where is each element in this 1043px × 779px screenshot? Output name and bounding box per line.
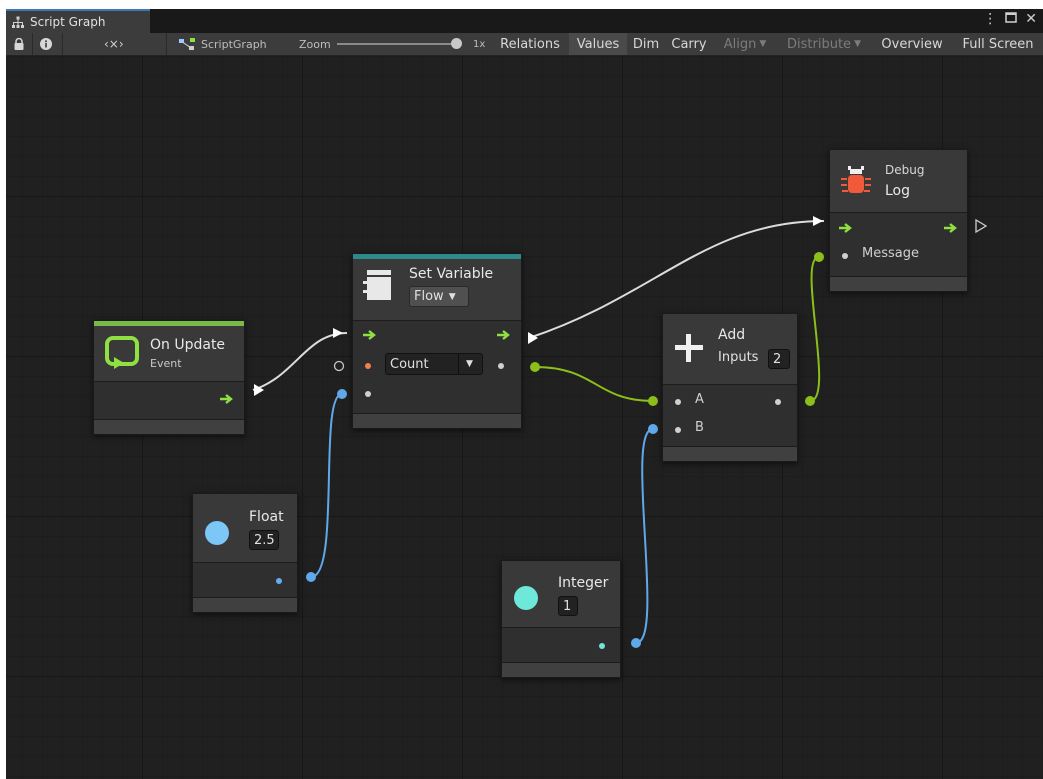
node-on-update[interactable]: On Update Event	[93, 320, 245, 435]
unconnected-input-port	[333, 360, 345, 372]
inputs-count-field[interactable]: 2	[768, 349, 790, 369]
flow-wire-update-to-set	[252, 332, 348, 391]
script-graph-window: Script Graph ⋮ ✕ ‹×› ScriptGraph Zoom 1x…	[6, 9, 1043, 779]
node-title: Integer	[558, 575, 609, 591]
values-button[interactable]: Values	[569, 33, 627, 55]
integer-output-port[interactable]	[599, 643, 605, 649]
zoom-value: 1x	[473, 38, 486, 50]
object-wire-set-to-add	[534, 366, 654, 402]
carry-button[interactable]: Carry	[665, 33, 713, 55]
port-a-label: A	[695, 392, 704, 407]
breadcrumb[interactable]: ScriptGraph	[179, 33, 267, 55]
variable-name-dropdown[interactable]: Count ▼	[385, 353, 483, 375]
loop-event-icon	[105, 336, 139, 369]
zoom-slider-track	[337, 43, 457, 45]
tab-strip: Script Graph ⋮ ✕	[6, 9, 1043, 33]
kind-dropdown[interactable]: Flow ▼	[409, 286, 469, 307]
node-category: Debug	[885, 163, 925, 177]
plus-icon	[675, 334, 703, 362]
output-port-dot[interactable]	[498, 363, 504, 369]
distribute-label: Distribute	[787, 36, 852, 52]
graph-icon	[179, 38, 195, 50]
maximize-icon[interactable]	[1005, 11, 1018, 27]
node-title: Float	[249, 509, 284, 525]
node-set-variable[interactable]: Set Variable Flow ▼ Count ▼	[352, 253, 522, 429]
add-output-port[interactable]	[775, 399, 781, 405]
node-title: Add	[718, 327, 746, 343]
dropdown-arrow-icon: ▼	[466, 359, 473, 369]
object-wire-add-to-log	[809, 256, 821, 402]
tab-script-graph[interactable]: Script Graph	[6, 9, 150, 33]
port-b-label: B	[695, 420, 704, 435]
inputs-label: Inputs	[718, 350, 759, 365]
fullscreen-button[interactable]: Full Screen	[953, 33, 1043, 55]
flow-out-arrow-icon[interactable]	[497, 330, 511, 340]
flow-in-arrow-icon[interactable]	[839, 223, 853, 233]
zoom-label: Zoom	[299, 37, 331, 51]
flow-arrow-icon[interactable]	[220, 394, 234, 404]
float-output-port[interactable]	[276, 578, 282, 584]
kind-label: Flow	[414, 289, 444, 304]
dim-button[interactable]: Dim	[628, 33, 664, 55]
variable-stripe	[353, 254, 521, 259]
tab-title: Script Graph	[30, 15, 106, 29]
node-subtitle: Event	[150, 357, 182, 370]
bug-icon	[841, 166, 871, 193]
window-controls: ⋮ ✕	[983, 11, 1037, 27]
relations-button[interactable]: Relations	[492, 33, 568, 55]
breadcrumb-label: ScriptGraph	[201, 37, 267, 51]
port-b-dot[interactable]	[675, 427, 681, 433]
zoom-slider-handle[interactable]	[451, 38, 462, 49]
integer-wire	[635, 428, 654, 644]
info-icon[interactable]	[40, 33, 52, 55]
event-stripe	[94, 321, 244, 326]
window-menu-icon[interactable]: ⋮	[983, 11, 997, 27]
float-icon	[205, 521, 229, 545]
align-dropdown[interactable]: Align ▼	[714, 33, 776, 55]
message-port-dot[interactable]	[842, 253, 848, 259]
dropdown-arrow-icon: ▼	[448, 291, 456, 302]
dropdown-arrow-icon: ▼	[854, 39, 861, 49]
overview-button[interactable]: Overview	[872, 33, 952, 55]
value-port-dot[interactable]	[365, 391, 371, 397]
lock-icon[interactable]	[14, 33, 24, 55]
distribute-dropdown[interactable]: Distribute ▼	[777, 33, 871, 55]
node-debug-log[interactable]: Debug Log Message	[829, 149, 968, 292]
zoom-slider[interactable]	[337, 33, 462, 55]
close-icon[interactable]: ✕	[1025, 11, 1037, 27]
node-integer[interactable]: Integer 1	[501, 560, 621, 678]
node-title: Log	[885, 183, 911, 199]
flow-out-port-icon	[528, 332, 538, 344]
integer-value-field[interactable]: 1	[558, 596, 578, 616]
node-title: Set Variable	[409, 266, 494, 282]
flow-in-arrow-icon[interactable]	[363, 330, 377, 340]
graph-canvas[interactable]: On Update Event Set Variable Flow ▼ Coun…	[6, 56, 1043, 779]
dropdown-arrow-icon: ▼	[759, 39, 767, 49]
graph-tab-icon	[12, 16, 24, 28]
variables-icon[interactable]: ‹×›	[104, 33, 124, 55]
flow-out-port-icon	[975, 218, 988, 234]
flow-out-arrow-icon[interactable]	[944, 223, 958, 233]
port-a-dot[interactable]	[675, 399, 681, 405]
float-value-field[interactable]: 2.5	[249, 530, 279, 550]
node-title: On Update	[150, 337, 226, 353]
set-variable-icon	[363, 270, 391, 300]
toolbar: ‹×› ScriptGraph Zoom 1x Relations Values…	[6, 33, 1043, 56]
variable-name-label: Count	[390, 356, 429, 372]
integer-icon	[514, 586, 538, 610]
message-port-label: Message	[862, 246, 919, 261]
float-wire	[310, 393, 343, 578]
name-port-dot[interactable]	[365, 363, 371, 369]
align-label: Align	[723, 36, 757, 52]
node-add[interactable]: Add Inputs 2 A B	[662, 313, 798, 462]
node-float[interactable]: Float 2.5	[192, 493, 298, 613]
